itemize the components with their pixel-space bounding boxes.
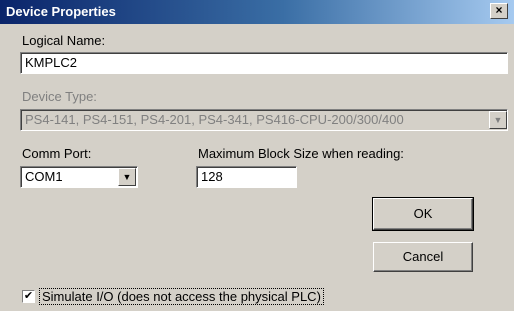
logical-name-label: Logical Name: bbox=[22, 33, 106, 48]
comm-port-label: Comm Port: bbox=[22, 146, 92, 161]
chevron-down-icon: ▼ bbox=[122, 172, 132, 182]
device-type-dropdown-button: ▼ bbox=[489, 111, 507, 129]
logical-name-input[interactable]: KMPLC2 bbox=[20, 52, 508, 74]
close-icon: × bbox=[495, 3, 503, 17]
simulate-checkbox[interactable]: ✔ bbox=[22, 290, 35, 303]
checkmark-icon: ✔ bbox=[23, 290, 34, 302]
close-button[interactable]: × bbox=[490, 3, 508, 19]
max-block-size-input[interactable]: 128 bbox=[196, 166, 297, 188]
title-bar: Device Properties × bbox=[0, 0, 514, 24]
cancel-button[interactable]: Cancel bbox=[373, 242, 473, 272]
chevron-down-icon: ▼ bbox=[493, 115, 503, 125]
comm-port-dropdown-button[interactable]: ▼ bbox=[118, 168, 136, 186]
ok-button[interactable]: OK bbox=[372, 197, 474, 231]
device-type-label: Device Type: bbox=[22, 89, 97, 104]
max-block-size-label: Maximum Block Size when reading: bbox=[198, 146, 404, 161]
window-title: Device Properties bbox=[6, 4, 116, 19]
simulate-checkbox-label[interactable]: Simulate I/O (does not access the physic… bbox=[39, 288, 324, 305]
device-type-select: PS4-141, PS4-151, PS4-201, PS4-341, PS41… bbox=[20, 109, 508, 131]
device-type-value: PS4-141, PS4-151, PS4-201, PS4-341, PS41… bbox=[25, 112, 404, 127]
comm-port-value: COM1 bbox=[25, 169, 63, 184]
